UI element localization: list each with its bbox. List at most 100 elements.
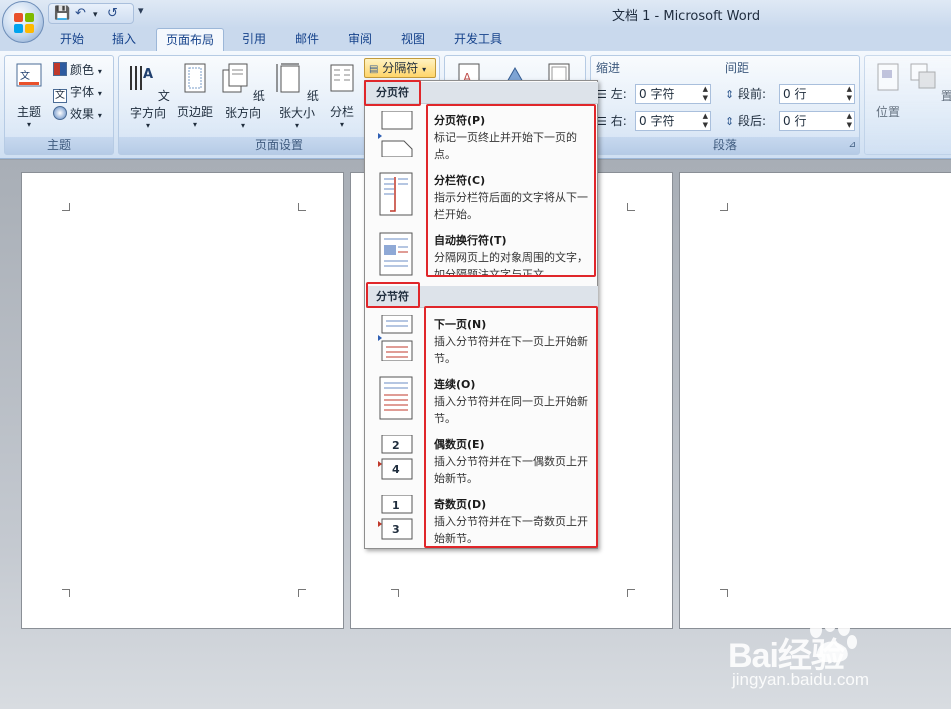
bring-to-front-label: 置于顶 xyxy=(940,89,951,103)
document-page[interactable] xyxy=(21,172,344,629)
paper-size-icon xyxy=(276,63,300,93)
space-before-icon: ⇕ xyxy=(725,88,735,101)
indent-left-spinner-icon[interactable]: ▲ ▼ xyxy=(703,85,708,103)
window-title: 文档 1 - Microsoft Word xyxy=(612,9,761,24)
indent-right-text: 右: xyxy=(610,114,627,128)
bring-to-front-button[interactable]: 置于顶 xyxy=(909,62,951,104)
even-page-icon: 2 4 xyxy=(378,435,413,480)
redo-icon[interactable]: ↺ xyxy=(107,5,118,22)
indent-right-icon: ☰ xyxy=(597,115,607,128)
margins-button[interactable]: 页边距 ▾ xyxy=(175,62,215,129)
tab-mailings[interactable]: 邮件 xyxy=(287,28,327,52)
group-paragraph: 缩进 间距 ☰ 左: 0 字符 ▲ ▼ ☰ 右: 0 字符 ▲ ▼ ⇕ 段前: 0 … xyxy=(590,55,860,155)
svg-text:文: 文 xyxy=(20,69,30,82)
column-break-desc: 指示分栏符后面的文字将从下一栏开始。 xyxy=(434,191,588,221)
menu-item-text-wrapping-break[interactable]: 自动换行符(T) 分隔网页上的对象周围的文字，如分隔题注文字与正文 xyxy=(366,225,598,277)
indent-right-input[interactable]: 0 字符 ▲ ▼ xyxy=(635,111,711,131)
page-break-icon xyxy=(378,111,413,157)
column-break-title: 分栏符(C) xyxy=(434,174,486,187)
theme-effects-button[interactable]: 效果 ▾ xyxy=(53,104,102,124)
menu-item-even-page[interactable]: 2 4 偶数页(E) 插入分节符并在下一偶数页上开始新节。 xyxy=(366,429,598,489)
breaks-icon: ▤ xyxy=(369,64,379,75)
save-icon[interactable]: 💾 xyxy=(54,5,70,22)
tab-references[interactable]: 引用 xyxy=(234,28,274,52)
undo-dropdown-icon[interactable]: ▾ xyxy=(93,7,98,24)
spacing-label: 间距 xyxy=(725,61,750,75)
tab-home[interactable]: 开始 xyxy=(52,28,92,52)
space-after-value: 0 行 xyxy=(783,114,807,128)
group-arrange: 位置 置于顶 xyxy=(864,55,951,155)
document-page[interactable] xyxy=(679,172,951,629)
indent-label: 缩进 xyxy=(596,61,621,75)
space-after-spinner-icon[interactable]: ▲ ▼ xyxy=(847,112,852,130)
watermark-url: jingyan.baidu.com xyxy=(732,670,870,689)
colors-label: 颜色 xyxy=(70,63,95,77)
space-before-value: 0 行 xyxy=(783,87,807,101)
tab-view[interactable]: 视图 xyxy=(393,28,433,52)
space-before-input[interactable]: 0 行 ▲ ▼ xyxy=(779,84,855,104)
space-after-input[interactable]: 0 行 ▲ ▼ xyxy=(779,111,855,131)
quick-access-toolbar: 💾 ↶ ▾ ↺ xyxy=(48,3,134,24)
crop-mark xyxy=(720,589,728,597)
group-label-paragraph: 段落 ⊿ xyxy=(591,137,859,154)
even-page-title: 偶数页(E) xyxy=(434,438,485,451)
indent-left-icon: ☰ xyxy=(597,88,607,101)
group-label-themes: 主题 xyxy=(5,137,113,154)
text-direction-button[interactable]: A 文字方向 ▾ xyxy=(123,62,173,130)
orientation-button[interactable]: 纸张方向 ▾ xyxy=(217,62,269,130)
margins-label: 页边距 xyxy=(176,105,213,119)
undo-icon[interactable]: ↶ xyxy=(75,5,86,22)
indent-right-spinner-icon[interactable]: ▲ ▼ xyxy=(703,112,708,130)
theme-fonts-button[interactable]: 文字体 ▾ xyxy=(53,82,102,103)
tab-developer[interactable]: 开发工具 xyxy=(446,28,510,52)
tab-insert[interactable]: 插入 xyxy=(104,28,144,52)
breaks-label: 分隔符 xyxy=(382,61,419,75)
indent-left-text: 左: xyxy=(610,87,627,101)
next-page-icon xyxy=(378,315,413,361)
svg-text:3: 3 xyxy=(392,523,400,536)
dialog-launcher-icon[interactable]: ⊿ xyxy=(848,137,856,153)
columns-label: 分栏 xyxy=(329,105,354,119)
colors-icon xyxy=(53,62,67,76)
text-wrapping-break-desc: 分隔网页上的对象周围的文字，如分隔题注文字与正文 xyxy=(434,251,588,277)
breaks-dropdown-icon: ▾ xyxy=(422,65,427,74)
indent-left-value: 0 字符 xyxy=(639,87,675,101)
size-button[interactable]: 纸张大小 ▾ xyxy=(271,62,323,130)
page-break-title: 分页符(P) xyxy=(434,114,486,127)
crop-mark xyxy=(298,203,306,211)
page-break-desc: 标记一页终止并开始下一页的点。 xyxy=(434,131,577,161)
menu-item-odd-page[interactable]: 1 3 奇数页(D) 插入分节符并在下一奇数页上开始新节。 xyxy=(366,489,598,549)
tab-review[interactable]: 审阅 xyxy=(340,28,380,52)
customize-qat-button[interactable]: ▾ xyxy=(138,4,144,17)
crop-mark xyxy=(298,589,306,597)
indent-left-input[interactable]: 0 字符 ▲ ▼ xyxy=(635,84,711,104)
text-wrapping-break-title: 自动换行符(T) xyxy=(434,234,507,247)
space-before-text: 段前: xyxy=(738,87,767,101)
crop-mark xyxy=(62,203,70,211)
odd-page-icon: 1 3 xyxy=(378,495,413,540)
themes-button[interactable]: 文 主题 ▾ xyxy=(9,62,49,129)
continuous-desc: 插入分节符并在同一页上开始新节。 xyxy=(434,395,588,425)
crop-mark xyxy=(62,589,70,597)
menu-item-page-break[interactable]: 分页符(P) 标记一页终止并开始下一页的点。 xyxy=(366,105,598,165)
even-page-desc: 插入分节符并在下一偶数页上开始新节。 xyxy=(434,455,588,485)
columns-button[interactable]: 分栏 ▾ xyxy=(325,62,359,129)
baidu-watermark: Bai经验 jingyan.baidu.com xyxy=(728,612,948,702)
menu-item-continuous[interactable]: 连续(O) 插入分节符并在同一页上开始新节。 xyxy=(366,369,598,429)
tab-page-layout[interactable]: 页面布局 xyxy=(156,28,224,52)
svg-text:2: 2 xyxy=(392,439,400,452)
column-break-icon xyxy=(379,172,413,216)
menu-item-column-break[interactable]: 分栏符(C) 指示分栏符后面的文字将从下一栏开始。 xyxy=(366,165,598,225)
page-breaks-header: 分页符 xyxy=(366,82,598,104)
section-breaks-header: 分节符 xyxy=(366,286,598,308)
theme-colors-button[interactable]: 颜色 ▾ xyxy=(53,60,102,80)
space-before-spinner-icon[interactable]: ▲ ▼ xyxy=(847,85,852,103)
crop-mark xyxy=(720,203,728,211)
continuous-icon xyxy=(379,376,413,420)
position-button[interactable]: 位置 xyxy=(871,62,905,120)
office-button[interactable] xyxy=(2,1,44,43)
breaks-button[interactable]: ▤ 分隔符 ▾ xyxy=(364,58,436,78)
space-after-label: ⇕ 段后: xyxy=(725,111,766,131)
menu-item-next-page[interactable]: 下一页(N) 插入分节符并在下一页上开始新节。 xyxy=(366,309,598,369)
next-page-title: 下一页(N) xyxy=(434,318,487,331)
